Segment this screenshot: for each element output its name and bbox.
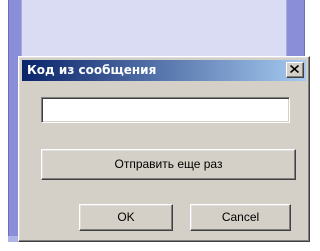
dialog-titlebar[interactable]: Код из сообщения xyxy=(22,60,306,81)
close-button[interactable] xyxy=(286,62,304,78)
cancel-button[interactable]: Cancel xyxy=(190,204,291,231)
resend-button[interactable]: Отправить еще раз xyxy=(41,149,296,180)
dialog-title: Код из сообщения xyxy=(27,63,157,77)
close-icon xyxy=(290,65,299,73)
ok-button[interactable]: OK xyxy=(79,204,173,231)
code-input[interactable] xyxy=(41,97,290,123)
code-dialog: Код из сообщения Отправить еще раз OK Ca… xyxy=(18,56,310,242)
